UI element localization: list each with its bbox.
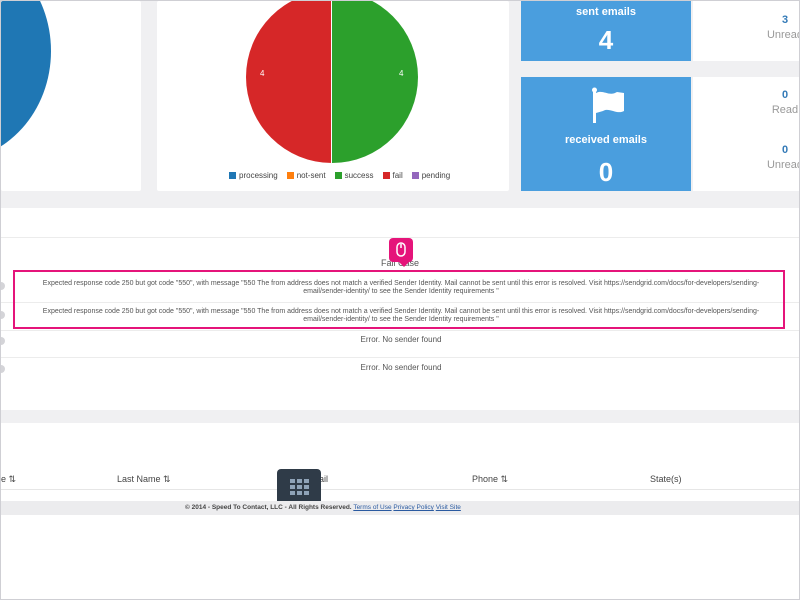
header-divider (1, 489, 799, 490)
processing-pie-slice (1, 1, 51, 161)
app-frame: 4 4 processing not-sent success fail pen… (0, 0, 800, 600)
column-header-phone[interactable]: Phone ⇅ (472, 474, 508, 485)
received-read-label: Read (771, 104, 799, 116)
legend-swatch (286, 172, 294, 179)
column-header-state[interactable]: State(s) (650, 474, 682, 484)
sent-stats-panel: 3 Unread (693, 1, 800, 61)
legend-item-not-sent[interactable]: not-sent (286, 171, 326, 180)
legend-swatch (411, 172, 419, 179)
received-read-stat: 0 Read (765, 89, 799, 116)
footer-text: © 2014 - Speed To Contact, LLC - All Rig… (185, 504, 461, 511)
cursor-marker (389, 238, 413, 267)
row-divider (1, 330, 799, 331)
column-header-label: e (1, 474, 7, 484)
column-header-label: State(s) (650, 474, 682, 484)
legend-label: not-sent (296, 171, 326, 180)
legend-label: fail (392, 171, 403, 180)
legend-label: success (344, 171, 374, 180)
received-stats-panel: 0 Read 0 Unread (693, 77, 800, 191)
pie-label-success: 4 (399, 69, 404, 78)
email-status-pie-card: 4 4 processing not-sent success fail pen… (157, 1, 509, 191)
visit-site-link[interactable]: Visit Site (436, 504, 461, 511)
pie-slice-success[interactable] (332, 1, 418, 163)
sort-icon[interactable]: ⇅ (163, 474, 171, 484)
column-header-label: Last Name (117, 474, 161, 484)
received-unread-count: 0 (781, 144, 789, 156)
legend-label: pending (421, 171, 451, 180)
privacy-policy-link[interactable]: Privacy Policy (393, 504, 433, 511)
legend-item-pending[interactable]: pending (411, 171, 451, 180)
selection-highlight (13, 270, 785, 329)
terms-of-use-link[interactable]: Terms of Use (353, 504, 391, 511)
sent-emails-label: sent emails (576, 6, 636, 18)
page-footer: © 2014 - Speed To Contact, LLC - All Rig… (1, 501, 799, 515)
sent-emails-tile[interactable]: sent emails 4 (521, 1, 691, 61)
copyright-text: © 2014 - Speed To Contact, LLC - All Rig… (185, 504, 352, 511)
received-unread-stat: 0 Unread (765, 144, 800, 171)
legend-item-fail[interactable]: fail (382, 171, 403, 180)
fail-row-message: Error. No sender found (360, 363, 442, 372)
sent-emails-count: 4 (598, 25, 614, 55)
legend-item-processing[interactable]: processing (229, 171, 278, 180)
sent-unread-label: Unread (766, 29, 800, 41)
legend-label: processing (239, 171, 278, 180)
sent-unread-stat: 3 Unread (765, 14, 800, 41)
fail-row-message: Error. No sender found (360, 335, 442, 344)
pie-slice-fail[interactable] (246, 1, 332, 163)
column-header-first-name[interactable]: e ⇅ (1, 474, 16, 485)
processing-pie-card (1, 1, 141, 191)
pie-legend: processing not-sent success fail pending (229, 171, 450, 180)
row-divider (1, 357, 799, 358)
received-unread-label: Unread (766, 159, 800, 171)
received-emails-label: received emails (565, 134, 647, 146)
pie-divider (331, 1, 332, 163)
sent-unread-count: 3 (781, 14, 789, 26)
sort-icon[interactable]: ⇅ (9, 474, 17, 484)
legend-swatch (382, 172, 390, 179)
column-header-last-name[interactable]: Last Name ⇅ (117, 474, 171, 485)
email-status-pie: 4 4 (246, 1, 418, 163)
received-emails-count: 0 (598, 157, 614, 187)
pie-label-fail: 4 (260, 69, 265, 78)
legend-swatch (334, 172, 342, 179)
column-header-label: Phone (472, 474, 499, 484)
flag-icon (592, 87, 624, 123)
received-read-count: 0 (781, 89, 789, 101)
sort-icon[interactable]: ⇅ (501, 474, 509, 484)
legend-item-success[interactable]: success (334, 171, 374, 180)
mouse-icon (396, 242, 406, 257)
legend-swatch (229, 172, 236, 179)
received-emails-tile[interactable]: received emails 0 (521, 77, 691, 191)
